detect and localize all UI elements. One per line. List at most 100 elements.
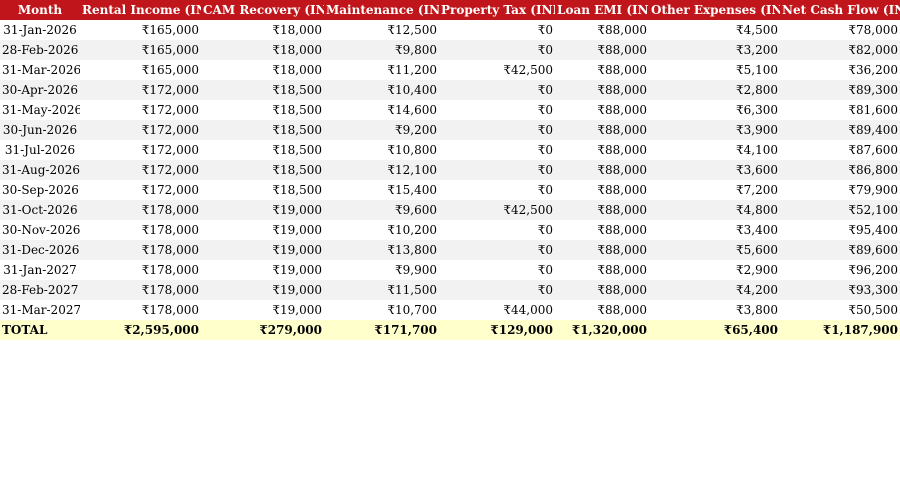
maintenance-cell: ₹10,700 <box>324 300 439 320</box>
cam-recovery-cell: ₹19,000 <box>201 200 324 220</box>
table-row: 30-Apr-2026 ₹172,000 ₹18,500 ₹10,400 ₹0 ₹88,0… <box>0 80 900 100</box>
net-cash-flow-cell: ₹86,800 <box>780 160 900 180</box>
maintenance-cell: ₹9,200 <box>324 120 439 140</box>
month-cell: 31-Jul-2026 <box>0 140 80 160</box>
rental-income-cell: ₹178,000 <box>80 240 201 260</box>
other-expenses-cell: ₹2,900 <box>649 260 780 280</box>
month-cell: 31-Jan-2026 <box>0 20 80 40</box>
property-tax-cell: ₹0 <box>439 240 555 260</box>
other-expenses-cell: ₹4,500 <box>649 20 780 40</box>
rental-income-cell: ₹172,000 <box>80 160 201 180</box>
net-cash-flow-cell: ₹93,300 <box>780 280 900 300</box>
table-row: 31-Jan-2026 ₹165,000 ₹18,000 ₹12,500 ₹0 ₹88,0… <box>0 20 900 40</box>
net-cash-flow-cell: ₹79,900 <box>780 180 900 200</box>
table-row: 30-Jun-2026 ₹172,000 ₹18,500 ₹9,200 ₹0 ₹88,00… <box>0 120 900 140</box>
cam-recovery-cell: ₹18,500 <box>201 180 324 200</box>
cam-recovery-cell: ₹19,000 <box>201 220 324 240</box>
cam-recovery-cell: ₹18,500 <box>201 160 324 180</box>
property-tax-cell: ₹42,500 <box>439 200 555 220</box>
loan-emi-cell: ₹88,000 <box>555 300 649 320</box>
property-tax-cell: ₹0 <box>439 80 555 100</box>
property-tax-cell: ₹0 <box>439 40 555 60</box>
property-tax-cell: ₹0 <box>439 100 555 120</box>
cash-flow-table: MonthRental Income (INR)CAM Recovery (IN… <box>0 0 900 340</box>
net-cash-flow-cell: ₹78,000 <box>780 20 900 40</box>
table-row: 30-Sep-2026 ₹172,000 ₹18,500 ₹15,400 ₹0 ₹88,0… <box>0 180 900 200</box>
header-cam-recovery: CAM Recovery (INR) <box>201 0 324 20</box>
property-tax-cell: ₹0 <box>439 180 555 200</box>
maintenance-cell: ₹15,400 <box>324 180 439 200</box>
table-row: 30-Nov-2026 ₹178,000 ₹19,000 ₹10,200 ₹0 ₹88,0… <box>0 220 900 240</box>
cam-recovery-cell: ₹18,000 <box>201 40 324 60</box>
loan-emi-cell: ₹88,000 <box>555 240 649 260</box>
net-cash-flow-cell: ₹89,400 <box>780 120 900 140</box>
cam-recovery-cell: ₹18,000 <box>201 20 324 40</box>
total-cell: ₹279,000 <box>201 320 324 340</box>
rental-income-cell: ₹178,000 <box>80 280 201 300</box>
header-net-cash-flow: Net Cash Flow (INR) <box>780 0 900 20</box>
month-cell: 30-Jun-2026 <box>0 120 80 140</box>
rental-income-cell: ₹178,000 <box>80 200 201 220</box>
net-cash-flow-cell: ₹96,200 <box>780 260 900 280</box>
loan-emi-cell: ₹88,000 <box>555 220 649 240</box>
rental-income-cell: ₹178,000 <box>80 260 201 280</box>
cam-recovery-cell: ₹18,500 <box>201 140 324 160</box>
other-expenses-cell: ₹4,100 <box>649 140 780 160</box>
total-cell: ₹1,320,000 <box>555 320 649 340</box>
maintenance-cell: ₹11,500 <box>324 280 439 300</box>
loan-emi-cell: ₹88,000 <box>555 20 649 40</box>
rental-income-cell: ₹172,000 <box>80 80 201 100</box>
other-expenses-cell: ₹3,800 <box>649 300 780 320</box>
header-property-tax: Property Tax (INR) <box>439 0 555 20</box>
loan-emi-cell: ₹88,000 <box>555 100 649 120</box>
maintenance-cell: ₹12,100 <box>324 160 439 180</box>
maintenance-cell: ₹10,400 <box>324 80 439 100</box>
net-cash-flow-cell: ₹36,200 <box>780 60 900 80</box>
cam-recovery-cell: ₹18,500 <box>201 80 324 100</box>
net-cash-flow-cell: ₹89,300 <box>780 80 900 100</box>
net-cash-flow-cell: ₹87,600 <box>780 140 900 160</box>
cam-recovery-cell: ₹19,000 <box>201 260 324 280</box>
net-cash-flow-cell: ₹81,600 <box>780 100 900 120</box>
table-row: 31-Mar-2027 ₹178,000 ₹19,000 ₹10,700 ₹44,000… <box>0 300 900 320</box>
loan-emi-cell: ₹88,000 <box>555 180 649 200</box>
total-row: TOTAL ₹2,595,000 ₹279,000 ₹171,700 ₹129,000 ₹… <box>0 320 900 340</box>
rental-income-cell: ₹165,000 <box>80 40 201 60</box>
table-row: 28-Feb-2027 ₹178,000 ₹19,000 ₹11,500 ₹0 ₹88,0… <box>0 280 900 300</box>
month-cell: 30-Sep-2026 <box>0 180 80 200</box>
loan-emi-cell: ₹88,000 <box>555 120 649 140</box>
rental-income-cell: ₹165,000 <box>80 60 201 80</box>
other-expenses-cell: ₹3,400 <box>649 220 780 240</box>
month-cell: 31-May-2026 <box>0 100 80 120</box>
cam-recovery-cell: ₹19,000 <box>201 240 324 260</box>
loan-emi-cell: ₹88,000 <box>555 200 649 220</box>
property-tax-cell: ₹0 <box>439 280 555 300</box>
other-expenses-cell: ₹5,600 <box>649 240 780 260</box>
rental-income-cell: ₹172,000 <box>80 180 201 200</box>
other-expenses-cell: ₹5,100 <box>649 60 780 80</box>
header-other-expenses: Other Expenses (INR) <box>649 0 780 20</box>
total-cell: ₹2,595,000 <box>80 320 201 340</box>
table-row: 31-Oct-2026 ₹178,000 ₹19,000 ₹9,600 ₹42,500 ₹… <box>0 200 900 220</box>
table-row: 31-Dec-2026 ₹178,000 ₹19,000 ₹13,800 ₹0 ₹88,0… <box>0 240 900 260</box>
maintenance-cell: ₹10,800 <box>324 140 439 160</box>
other-expenses-cell: ₹6,300 <box>649 100 780 120</box>
loan-emi-cell: ₹88,000 <box>555 140 649 160</box>
loan-emi-cell: ₹88,000 <box>555 160 649 180</box>
cam-recovery-cell: ₹18,000 <box>201 60 324 80</box>
table-row: 31-Mar-2026 ₹165,000 ₹18,000 ₹11,200 ₹42,500… <box>0 60 900 80</box>
property-tax-cell: ₹0 <box>439 260 555 280</box>
header-month: Month <box>0 0 80 20</box>
maintenance-cell: ₹11,200 <box>324 60 439 80</box>
month-cell: 28-Feb-2026 <box>0 40 80 60</box>
other-expenses-cell: ₹3,900 <box>649 120 780 140</box>
total-cell: ₹129,000 <box>439 320 555 340</box>
net-cash-flow-cell: ₹50,500 <box>780 300 900 320</box>
header-rental-income: Rental Income (INR) <box>80 0 201 20</box>
maintenance-cell: ₹9,900 <box>324 260 439 280</box>
other-expenses-cell: ₹4,200 <box>649 280 780 300</box>
rental-income-cell: ₹178,000 <box>80 220 201 240</box>
maintenance-cell: ₹13,800 <box>324 240 439 260</box>
maintenance-cell: ₹12,500 <box>324 20 439 40</box>
property-tax-cell: ₹0 <box>439 160 555 180</box>
